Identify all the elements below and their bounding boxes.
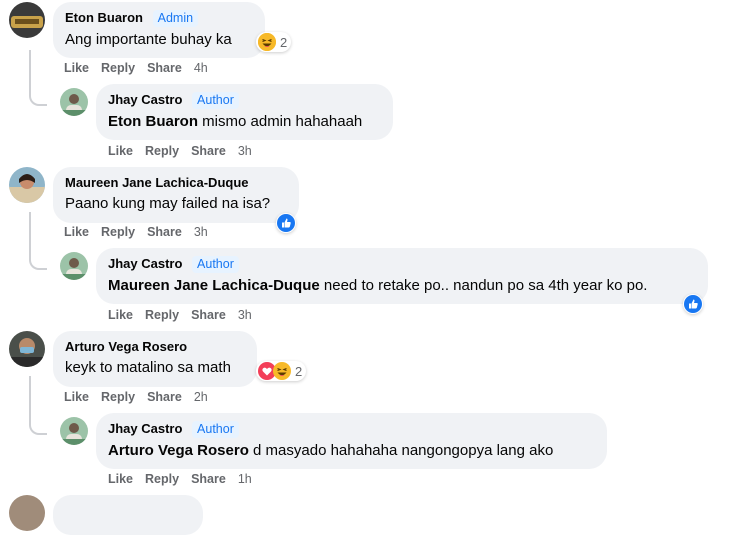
comment-bubble: Maureen Jane Lachica-Duque Paano kung ma… — [53, 167, 299, 223]
share-button[interactable]: Share — [147, 225, 182, 239]
like-reaction-icon — [277, 214, 295, 232]
reply-author[interactable]: Jhay Castro — [108, 92, 182, 107]
like-button[interactable]: Like — [108, 472, 133, 486]
share-button[interactable]: Share — [191, 308, 226, 322]
thread-connector — [29, 212, 47, 270]
avatar[interactable] — [9, 2, 45, 38]
reaction-count: 2 — [280, 34, 288, 50]
mention-tag[interactable]: Maureen Jane Lachica-Duque — [108, 277, 320, 294]
haha-icon — [258, 33, 276, 51]
reply-button[interactable]: Reply — [145, 308, 179, 322]
comment-actions: Like Reply Share 3h — [64, 225, 208, 239]
reply-button[interactable]: Reply — [101, 61, 135, 75]
comment-author[interactable]: Eton Buaron — [65, 10, 143, 25]
reply-button[interactable]: Reply — [101, 390, 135, 404]
like-button[interactable]: Like — [64, 225, 89, 239]
avatar[interactable] — [60, 252, 88, 280]
reply-bubble: Jhay Castro Author Eton Buaron mismo adm… — [96, 84, 393, 140]
comment-text: Paano kung may failed na isa? — [65, 195, 271, 212]
timestamp[interactable]: 2h — [194, 390, 208, 404]
thread-connector — [29, 376, 47, 435]
comment-text: Ang importante buhay ka — [65, 31, 232, 48]
author-badge: Author — [192, 421, 239, 438]
comment-bubble: Eton Buaron Admin Ang importante buhay k… — [53, 2, 265, 58]
reply-bubble: Jhay Castro Author Arturo Vega Rosero d … — [96, 413, 607, 469]
avatar[interactable] — [9, 167, 45, 203]
author-badge: Author — [192, 256, 239, 273]
comment-author[interactable]: Maureen Jane Lachica-Duque — [65, 175, 249, 190]
reaction-summary[interactable]: 2 — [256, 361, 307, 381]
reply-author[interactable]: Jhay Castro — [108, 421, 182, 436]
reply-actions: Like Reply Share 1h — [108, 472, 252, 486]
thread-connector — [29, 50, 47, 106]
timestamp[interactable]: 4h — [194, 61, 208, 75]
reply-bubble: Jhay Castro Author Maureen Jane Lachica-… — [96, 248, 708, 304]
like-button[interactable]: Like — [64, 390, 89, 404]
timestamp[interactable]: 3h — [194, 225, 208, 239]
comment-text: keyk to matalino sa math — [65, 359, 231, 376]
reply-button[interactable]: Reply — [101, 225, 135, 239]
author-badge: Author — [192, 92, 239, 109]
share-button[interactable]: Share — [147, 390, 182, 404]
admin-badge: Admin — [152, 10, 199, 27]
timestamp[interactable]: 1h — [238, 472, 252, 486]
avatar[interactable] — [60, 417, 88, 445]
reply-actions: Like Reply Share 3h — [108, 308, 252, 322]
reply-actions: Like Reply Share 3h — [108, 144, 252, 158]
mention-tag[interactable]: Arturo Vega Rosero — [108, 442, 249, 459]
comment-bubble: Arturo Vega Rosero keyk to matalino sa m… — [53, 331, 257, 387]
reply-button[interactable]: Reply — [145, 472, 179, 486]
avatar[interactable] — [9, 331, 45, 367]
share-button[interactable]: Share — [191, 144, 226, 158]
mention-tag[interactable]: Eton Buaron — [108, 113, 198, 130]
timestamp[interactable]: 3h — [238, 308, 252, 322]
reaction-count: 2 — [295, 363, 303, 379]
comment-actions: Like Reply Share 2h — [64, 390, 208, 404]
share-button[interactable]: Share — [191, 472, 226, 486]
reply-button[interactable]: Reply — [145, 144, 179, 158]
reaction-summary[interactable]: 2 — [256, 32, 292, 52]
reply-text: mismo admin hahahaah — [202, 113, 363, 130]
share-button[interactable]: Share — [147, 61, 182, 75]
like-button[interactable]: Like — [64, 61, 89, 75]
like-button[interactable]: Like — [108, 144, 133, 158]
comment-bubble — [53, 495, 203, 535]
like-button[interactable]: Like — [108, 308, 133, 322]
reply-text: d masyado hahahaha nangongopya lang ako — [253, 442, 554, 459]
reply-author[interactable]: Jhay Castro — [108, 256, 182, 271]
avatar[interactable] — [9, 495, 45, 531]
reaction-summary[interactable] — [683, 294, 703, 314]
reaction-summary[interactable] — [276, 213, 296, 233]
like-reaction-icon — [684, 295, 702, 313]
reply-text: need to retake po.. nandun po sa 4th yea… — [323, 277, 648, 294]
comment-author[interactable]: Arturo Vega Rosero — [65, 339, 187, 354]
haha-icon — [273, 362, 291, 380]
avatar[interactable] — [60, 88, 88, 116]
comment-actions: Like Reply Share 4h — [64, 61, 208, 75]
timestamp[interactable]: 3h — [238, 144, 252, 158]
